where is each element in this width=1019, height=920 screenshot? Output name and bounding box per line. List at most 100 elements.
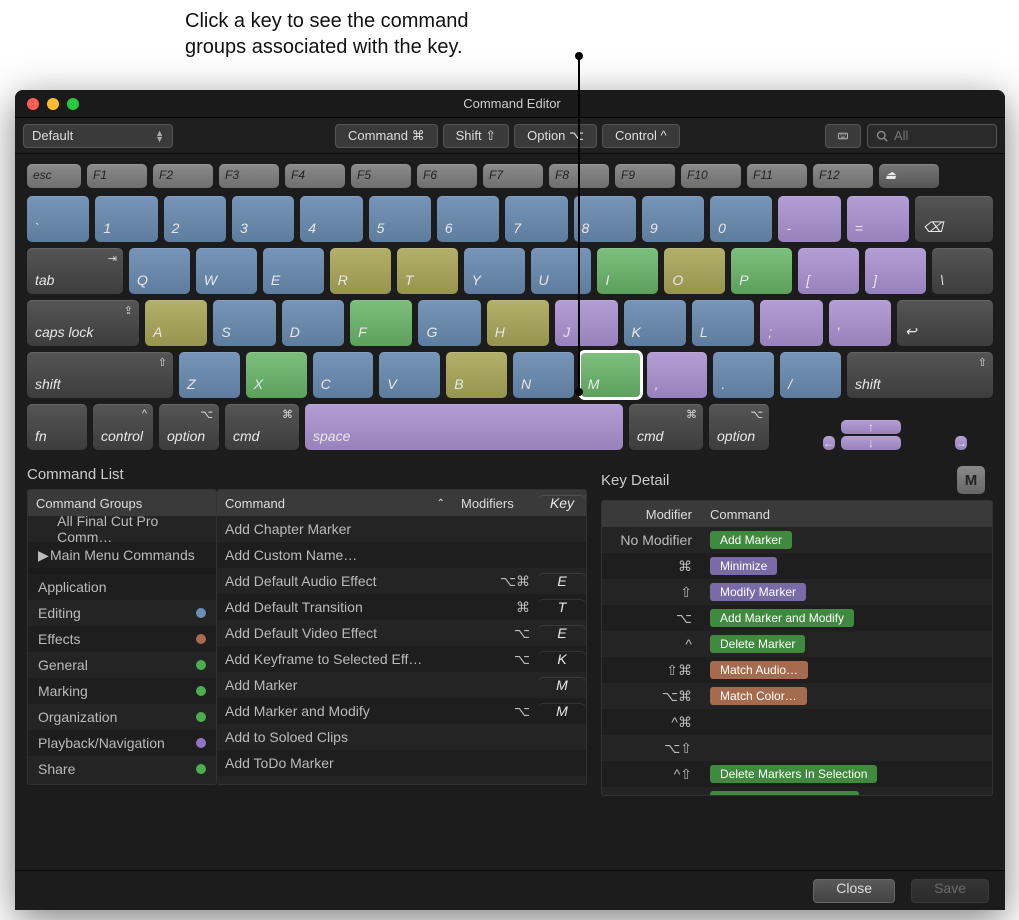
key-detail-row[interactable]: ^⌥Roles: Apply Music Role	[602, 787, 992, 795]
key-column-header[interactable]: Key	[538, 495, 586, 511]
key-esc[interactable]: esc	[27, 164, 81, 188]
key-r[interactable]: R	[330, 248, 391, 294]
key-[interactable]: ↩	[897, 300, 993, 346]
command-group-row[interactable]: Share	[28, 756, 216, 782]
command-row[interactable]: Add Marker and Modify⌥M	[217, 698, 586, 724]
key-l[interactable]: L	[692, 300, 754, 346]
key-f3[interactable]: F3	[219, 164, 279, 188]
key-[interactable]: `	[27, 196, 89, 242]
key-u[interactable]: U	[531, 248, 592, 294]
key-f[interactable]: F	[350, 300, 412, 346]
key-[interactable]: ⌫	[915, 196, 993, 242]
key-cmd[interactable]: cmd⌘	[629, 404, 703, 450]
command-group-row[interactable]: Editing	[28, 600, 216, 626]
key-1[interactable]: 1	[95, 196, 157, 242]
key-space[interactable]: space	[305, 404, 623, 450]
key-w[interactable]: W	[196, 248, 257, 294]
key-[interactable]: \	[932, 248, 993, 294]
key-f7[interactable]: F7	[483, 164, 543, 188]
minimize-icon[interactable]	[47, 98, 59, 110]
command-row[interactable]: Add Chapter Marker	[217, 516, 586, 542]
key-[interactable]: ←	[823, 436, 835, 450]
key-d[interactable]: D	[282, 300, 344, 346]
command-group-row[interactable]: General	[28, 652, 216, 678]
key-tab[interactable]: tab⇥	[27, 248, 123, 294]
modifier-control-button[interactable]: Control ^	[602, 124, 680, 148]
modifier-command-button[interactable]: Command ⌘	[335, 124, 438, 148]
command-group-row[interactable]: ▶Main Menu Commands	[28, 542, 216, 568]
key-q[interactable]: Q	[129, 248, 190, 294]
key-shift[interactable]: shift⇧	[847, 352, 993, 398]
command-group-row[interactable]: All Final Cut Pro Comm…	[28, 516, 216, 542]
command-row[interactable]: Add ToDo Marker	[217, 750, 586, 776]
key-[interactable]: -	[778, 196, 840, 242]
save-button[interactable]: Save	[911, 879, 989, 903]
maximize-icon[interactable]	[67, 98, 79, 110]
key-fn[interactable]: fn	[27, 404, 87, 450]
key-detail-row[interactable]: ⇧Modify Marker	[602, 579, 992, 605]
command-row[interactable]: Add Keyframe to Selected Eff…⌥K	[217, 646, 586, 672]
key-[interactable]: →	[955, 436, 967, 450]
key-p[interactable]: P	[731, 248, 792, 294]
command-row[interactable]: Add Default Audio Effect⌥⌘E	[217, 568, 586, 594]
key-h[interactable]: H	[487, 300, 549, 346]
key-detail-row[interactable]: ^⌘	[602, 709, 992, 735]
key-[interactable]: ;	[760, 300, 822, 346]
modifier-shift-button[interactable]: Shift ⇧	[443, 124, 510, 148]
key-8[interactable]: 8	[574, 196, 636, 242]
command-group-row[interactable]: Playback/Navigation	[28, 730, 216, 756]
command-row[interactable]: Add MarkerM	[217, 672, 586, 698]
command-group-row[interactable]: Marking	[28, 678, 216, 704]
modifier-option-button[interactable]: Option ⌥	[514, 124, 597, 148]
key-f6[interactable]: F6	[417, 164, 477, 188]
key-detail-row[interactable]: ⌥⌘Match Color…	[602, 683, 992, 709]
key-f5[interactable]: F5	[351, 164, 411, 188]
key-f1[interactable]: F1	[87, 164, 147, 188]
key-detail-row[interactable]: ^⇧Delete Markers In Selection	[602, 761, 992, 787]
key-[interactable]: ,	[647, 352, 708, 398]
key-k[interactable]: K	[624, 300, 686, 346]
key-[interactable]: '	[829, 300, 891, 346]
key-9[interactable]: 9	[642, 196, 704, 242]
key-f11[interactable]: F11	[747, 164, 807, 188]
key-f10[interactable]: F10	[681, 164, 741, 188]
key-[interactable]: ↓	[841, 436, 901, 450]
preset-popup[interactable]: Default ▲▼	[23, 124, 173, 148]
command-column-header[interactable]: Command⌃	[217, 496, 453, 511]
key-[interactable]: ]	[865, 248, 926, 294]
key-b[interactable]: B	[446, 352, 507, 398]
key-t[interactable]: T	[397, 248, 458, 294]
key-e[interactable]: E	[263, 248, 324, 294]
key-c[interactable]: C	[313, 352, 374, 398]
disclosure-triangle-icon[interactable]: ▶	[38, 547, 50, 564]
command-group-row[interactable]: Organization	[28, 704, 216, 730]
key-shift[interactable]: shift⇧	[27, 352, 173, 398]
key-7[interactable]: 7	[505, 196, 567, 242]
key-⏏[interactable]: ⏏	[879, 164, 939, 188]
key-capslock[interactable]: caps lock⇪	[27, 300, 139, 346]
key-[interactable]: .	[713, 352, 774, 398]
command-row[interactable]: Add to Soloed Clips	[217, 724, 586, 750]
key-detail-row[interactable]: ⌥⇧	[602, 735, 992, 761]
key-4[interactable]: 4	[300, 196, 362, 242]
key-a[interactable]: A	[145, 300, 207, 346]
key-o[interactable]: O	[664, 248, 725, 294]
command-group-row[interactable]: Application	[28, 574, 216, 600]
key-f9[interactable]: F9	[615, 164, 675, 188]
key-0[interactable]: 0	[710, 196, 772, 242]
key-x[interactable]: X	[246, 352, 307, 398]
key-5[interactable]: 5	[369, 196, 431, 242]
command-group-row[interactable]: Effects	[28, 626, 216, 652]
modifiers-column-header[interactable]: Modifiers	[453, 496, 538, 511]
search-field[interactable]: All	[867, 124, 997, 148]
key-cmd[interactable]: cmd⌘	[225, 404, 299, 450]
command-row[interactable]: Add Custom Name…	[217, 542, 586, 568]
key-z[interactable]: Z	[179, 352, 240, 398]
key-detail-row[interactable]: ⌘Minimize	[602, 553, 992, 579]
key-3[interactable]: 3	[232, 196, 294, 242]
key-option[interactable]: option⌥	[159, 404, 219, 450]
key-[interactable]: [	[798, 248, 859, 294]
key-f2[interactable]: F2	[153, 164, 213, 188]
key-2[interactable]: 2	[164, 196, 226, 242]
command-row[interactable]: Add Default Transition⌘T	[217, 594, 586, 620]
